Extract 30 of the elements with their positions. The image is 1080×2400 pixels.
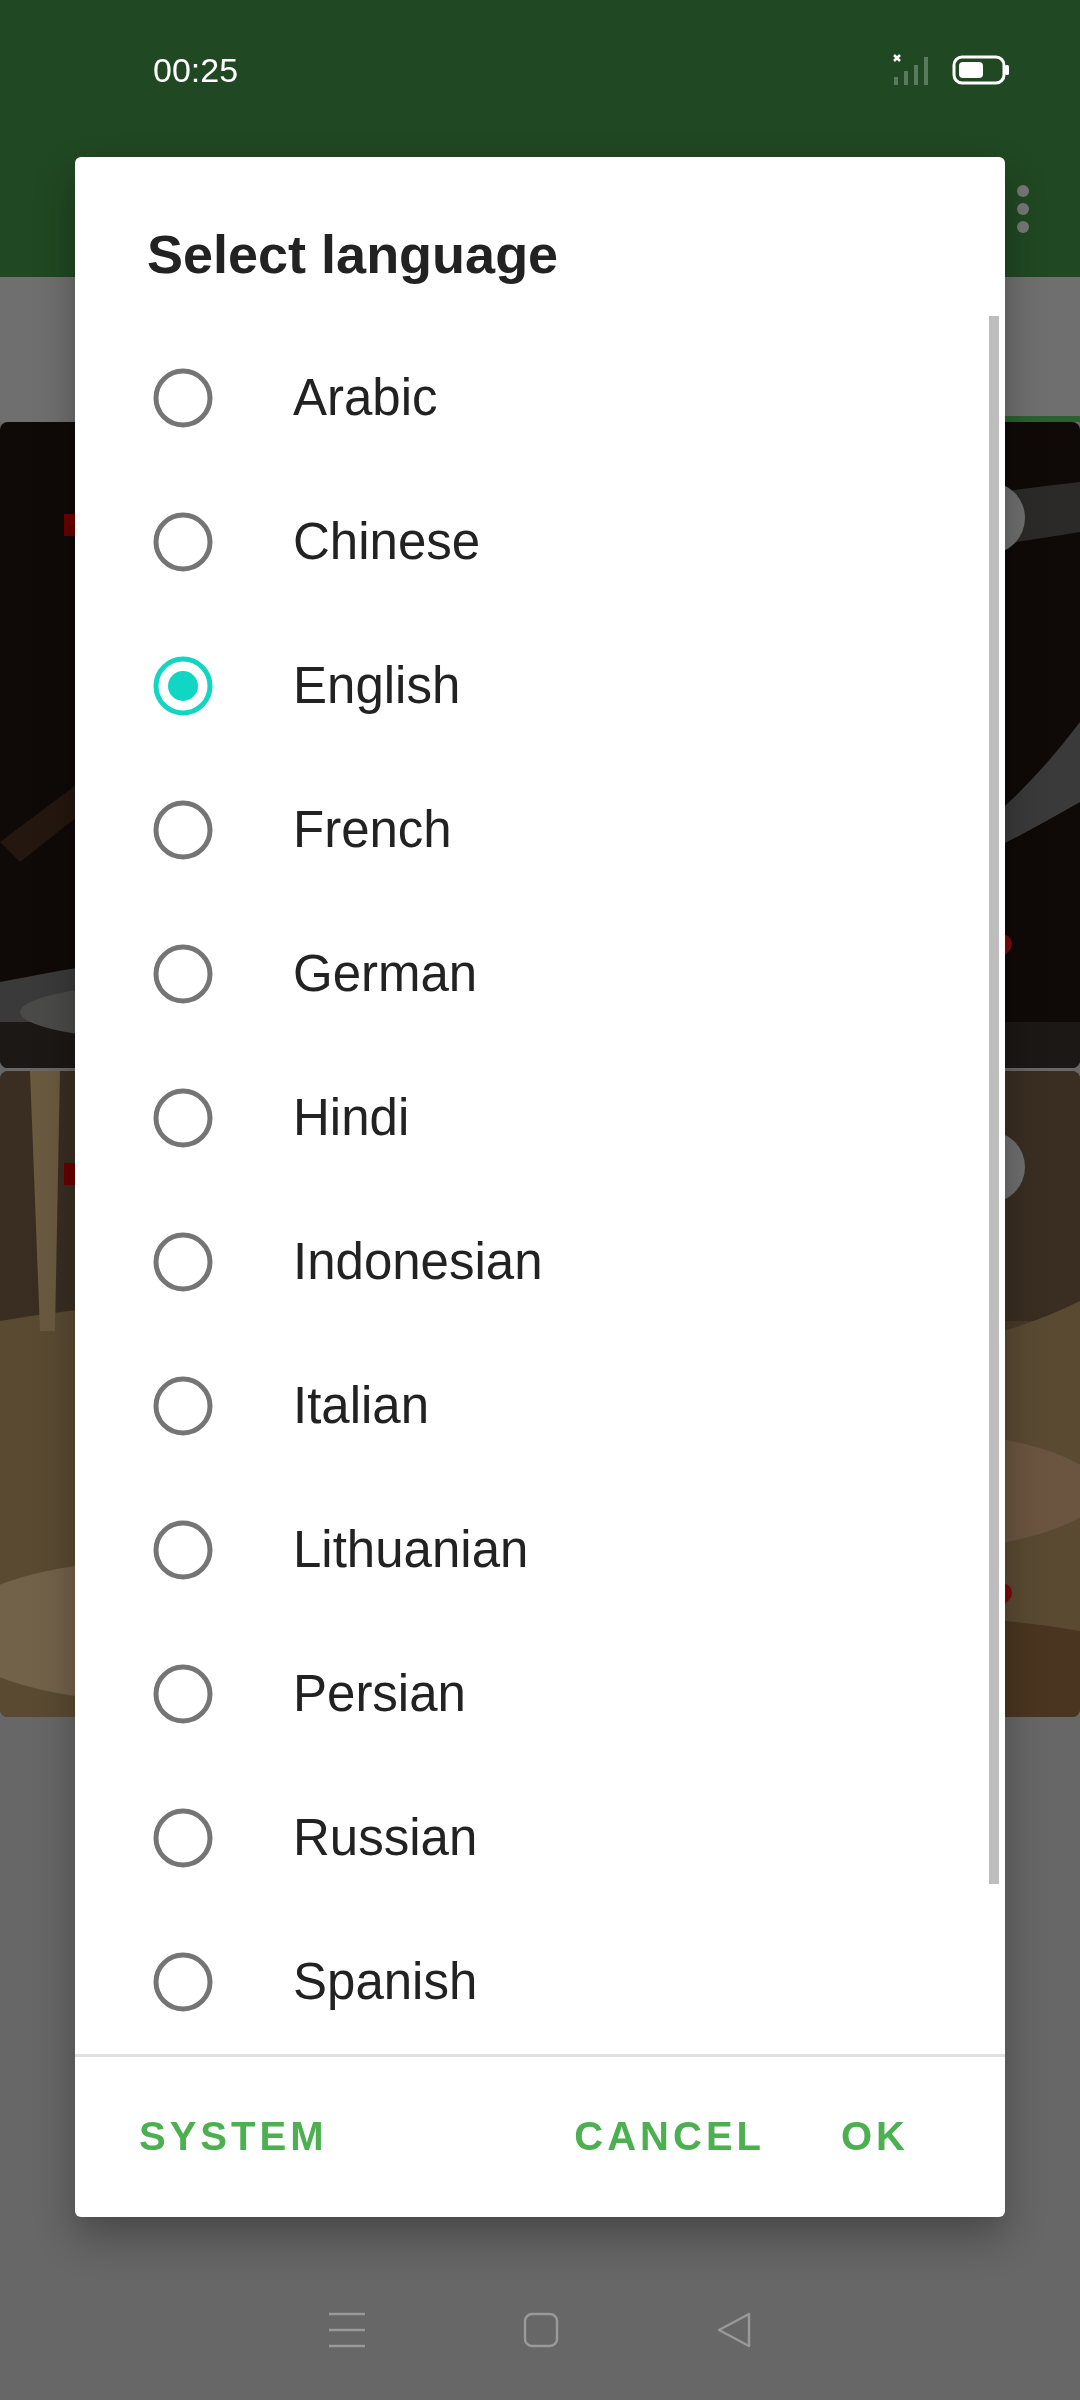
language-option[interactable]: Indonesian (75, 1189, 1005, 1334)
language-option[interactable]: Lithuanian (75, 1477, 1005, 1622)
language-option[interactable]: Spanish (75, 1909, 1005, 2054)
language-option[interactable]: Persian (75, 1621, 1005, 1766)
radio-button[interactable] (153, 1663, 213, 1724)
language-option[interactable]: Arabic (75, 325, 1005, 470)
radio-button[interactable] (153, 1807, 213, 1868)
language-option[interactable]: French (75, 757, 1005, 902)
radio-button[interactable] (153, 511, 213, 572)
radio-button[interactable] (153, 799, 213, 860)
more-icon[interactable] (1016, 183, 1030, 234)
radio-button[interactable] (153, 943, 213, 1004)
signal-icon (890, 53, 930, 87)
radio-button[interactable] (153, 1375, 213, 1436)
status-time: 00:25 (153, 50, 239, 90)
battery-icon (952, 55, 1010, 85)
radio-button[interactable] (153, 1231, 213, 1292)
scrollbar[interactable] (989, 315, 999, 1884)
language-option[interactable]: German (75, 901, 1005, 1046)
radio-button[interactable] (153, 1087, 213, 1148)
dialog-title: Select language (146, 223, 560, 286)
radio-button[interactable] (153, 655, 213, 716)
language-option[interactable]: Chinese (75, 469, 1005, 614)
language-option[interactable]: Hindi (75, 1045, 1005, 1190)
radio-button[interactable] (153, 1519, 213, 1580)
language-option[interactable]: Italian (75, 1333, 1005, 1478)
language-option[interactable]: English (75, 613, 1005, 758)
radio-button[interactable] (153, 367, 213, 428)
radio-button[interactable] (153, 1951, 213, 2012)
language-option[interactable]: Russian (75, 1765, 1005, 1910)
